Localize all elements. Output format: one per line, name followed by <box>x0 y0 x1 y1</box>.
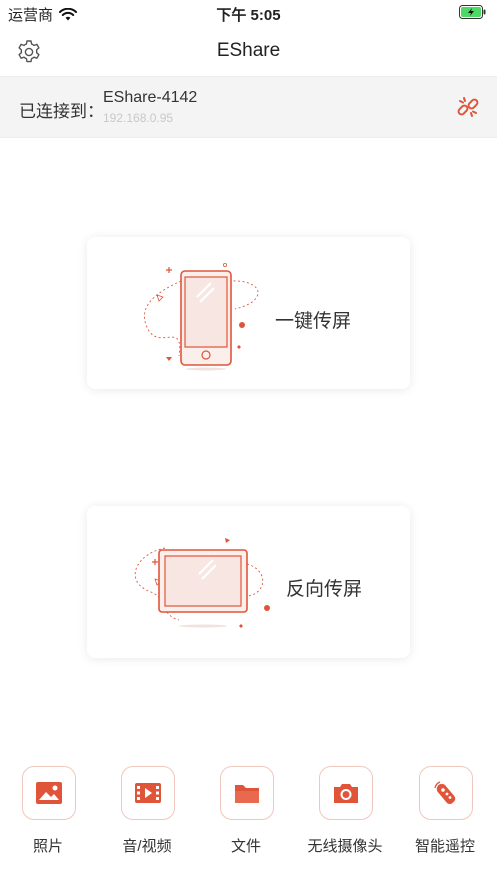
device-ip: 192.168.0.95 <box>103 111 174 125</box>
nav-bar: EShare <box>0 26 497 76</box>
reverse-screen-card[interactable]: 反向传屏 <box>87 506 410 658</box>
photo-button-box[interactable] <box>22 766 76 820</box>
file-button-box[interactable] <box>220 766 274 820</box>
battery-icon <box>459 5 486 19</box>
remote-label: 智能遥控 <box>414 838 475 855</box>
reverse-screen-label: 反向传屏 <box>286 579 363 600</box>
mirror-screen-label: 一键传屏 <box>275 311 352 332</box>
photo-icon <box>36 782 62 804</box>
camera-button-box[interactable] <box>319 766 373 820</box>
camera-icon <box>334 784 358 803</box>
connected-label: 已连接到： <box>19 102 104 121</box>
page-title: EShare <box>216 40 281 61</box>
folder-icon <box>235 785 259 803</box>
video-icon <box>135 783 161 803</box>
camera-label: 无线摄像头 <box>307 838 383 855</box>
photo-label: 照片 <box>32 838 63 855</box>
bottom-toolbar: 照片 音/视频 文件 无线摄像头 智能遥控 <box>0 766 497 856</box>
video-button-box[interactable] <box>121 766 175 820</box>
tablet-illustration <box>134 538 270 628</box>
device-name: EShare-4142 <box>103 89 198 106</box>
status-bar: 运营商 下午 5:05 <box>0 0 497 26</box>
broken-link-icon[interactable] <box>455 94 481 120</box>
remote-button-box[interactable] <box>419 766 473 820</box>
connection-bar: 已连接到： EShare-4142 192.168.0.95 <box>0 76 497 138</box>
photo-button[interactable]: 照片 <box>7 766 91 856</box>
file-label: 文件 <box>230 838 261 855</box>
video-button[interactable]: 音/视频 <box>106 766 190 856</box>
mirror-screen-card[interactable]: 一键传屏 <box>87 237 410 389</box>
remote-icon <box>434 781 456 805</box>
file-button[interactable]: 文件 <box>205 766 289 856</box>
video-label: 音/视频 <box>122 838 172 855</box>
clock: 下午 5:05 <box>216 7 281 24</box>
camera-button[interactable]: 无线摄像头 <box>304 766 388 856</box>
remote-button[interactable]: 智能遥控 <box>404 766 488 856</box>
phone-illustration <box>144 263 259 371</box>
